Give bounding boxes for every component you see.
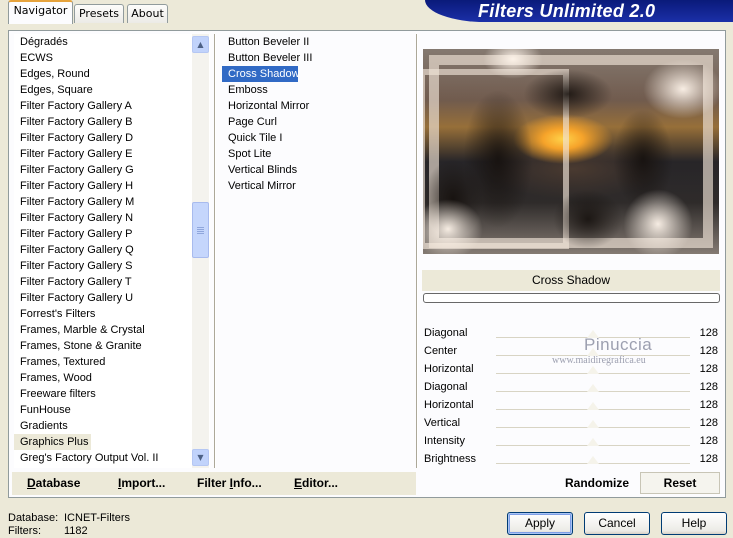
watermark-name: Pinuccia <box>584 335 653 354</box>
category-scrollbar[interactable]: ▲ ▼ <box>192 34 209 468</box>
category-item[interactable]: Filter Factory Gallery S <box>14 258 210 274</box>
randomize-button[interactable]: Randomize <box>565 475 629 491</box>
parameter-label: Diagonal <box>424 381 468 393</box>
scroll-up-button[interactable]: ▲ <box>192 36 209 53</box>
filter-item[interactable]: Button Beveler II <box>222 34 412 50</box>
apply-button[interactable]: Apply <box>507 512 573 535</box>
category-item[interactable]: Filter Factory Gallery D <box>14 130 210 146</box>
category-item[interactable]: Filter Factory Gallery U <box>14 290 210 306</box>
category-item[interactable]: Gradients <box>14 418 210 434</box>
app-title: Filters Unlimited 2.0 <box>478 1 656 21</box>
filter-item[interactable]: Quick Tile I <box>222 130 412 146</box>
parameter-label: Diagonal <box>424 327 468 339</box>
category-item[interactable]: Filter Factory Gallery B <box>14 114 210 130</box>
category-item[interactable]: Frames, Wood <box>14 370 210 386</box>
parameter-value: 128 <box>699 417 718 429</box>
filter-item[interactable]: Spot Lite <box>222 146 412 162</box>
pane-divider <box>416 34 418 468</box>
category-item[interactable]: Filter Factory Gallery A <box>14 98 210 114</box>
preview-image <box>423 49 719 254</box>
filters-count: 1182 <box>64 525 88 537</box>
parameter-value: 128 <box>699 345 718 357</box>
filter-item[interactable]: Button Beveler III <box>222 50 412 66</box>
progress-bar <box>423 293 720 303</box>
slider-thumb[interactable] <box>587 420 600 428</box>
filters-label: Filters: <box>8 525 41 537</box>
slider-thumb[interactable] <box>587 384 600 392</box>
filter-item[interactable]: Emboss <box>222 82 412 98</box>
reset-button[interactable]: Reset <box>640 472 720 494</box>
category-item[interactable]: Filter Factory Gallery Q <box>14 242 210 258</box>
help-button[interactable]: Help <box>661 512 727 535</box>
parameter-value: 128 <box>699 363 718 375</box>
category-item[interactable]: Filter Factory Gallery N <box>14 210 210 226</box>
parameter-value: 128 <box>699 381 718 393</box>
category-item[interactable]: Graphics Plus <box>14 434 91 450</box>
tab-navigator[interactable]: Navigator <box>8 0 73 24</box>
parameter-sliders: Diagonal 128 Center 128 Horizontal 128 Diagona… <box>422 324 720 468</box>
parameter-slider[interactable]: Horizontal 128 <box>422 396 720 414</box>
category-item[interactable]: FunHouse <box>14 402 210 418</box>
filter-item[interactable]: Horizontal Mirror <box>222 98 412 114</box>
filter-item[interactable]: Vertical Blinds <box>222 162 412 178</box>
scroll-down-button[interactable]: ▼ <box>192 449 209 466</box>
filter-info-button[interactable]: Filter Info... <box>197 475 262 491</box>
database-value: ICNET-Filters <box>64 512 130 524</box>
parameter-slider[interactable]: Diagonal 128 <box>422 324 720 342</box>
import-button[interactable]: Import... <box>118 475 165 491</box>
slider-thumb[interactable] <box>587 438 600 446</box>
parameter-slider[interactable]: Brightness 128 <box>422 450 720 468</box>
parameter-slider[interactable]: Diagonal 128 <box>422 378 720 396</box>
filter-item[interactable]: Cross Shadow <box>222 66 300 82</box>
category-item[interactable]: Dégradés <box>14 34 210 50</box>
parameter-value: 128 <box>699 435 718 447</box>
tab-presets[interactable]: Presets <box>74 4 124 23</box>
tab-about[interactable]: About <box>127 4 168 23</box>
category-item[interactable]: Filter Factory Gallery H <box>14 178 210 194</box>
parameter-label: Intensity <box>424 435 465 447</box>
filter-item[interactable]: Vertical Mirror <box>222 178 412 194</box>
database-button[interactable]: Database <box>27 475 80 491</box>
parameter-value: 128 <box>699 453 718 465</box>
parameter-label: Horizontal <box>424 399 474 411</box>
category-item[interactable]: ECWS <box>14 50 210 66</box>
category-item[interactable]: Edges, Square <box>14 82 210 98</box>
parameter-value: 128 <box>699 327 718 339</box>
parameter-value: 128 <box>699 399 718 411</box>
selected-filter-name: Cross Shadow <box>422 270 720 291</box>
category-item[interactable]: Freeware filters <box>14 386 210 402</box>
slider-thumb[interactable] <box>587 456 600 464</box>
category-item[interactable]: Filter Factory Gallery M <box>14 194 210 210</box>
category-item[interactable]: Frames, Stone & Granite <box>14 338 210 354</box>
filter-item[interactable]: Page Curl <box>222 114 412 130</box>
category-item[interactable]: Filter Factory Gallery E <box>14 146 210 162</box>
slider-thumb[interactable] <box>587 366 600 374</box>
slider-thumb[interactable] <box>587 402 600 410</box>
editor-button[interactable]: Editor... <box>294 475 338 491</box>
scroll-thumb[interactable] <box>192 202 209 258</box>
parameter-slider[interactable]: Intensity 128 <box>422 432 720 450</box>
filter-list[interactable]: Button Beveler II Button Beveler III Cross… <box>222 34 412 234</box>
category-item[interactable]: Filter Factory Gallery P <box>14 226 210 242</box>
category-item[interactable]: Frames, Textured <box>14 354 210 370</box>
category-item[interactable]: Filter Factory Gallery G <box>14 162 210 178</box>
watermark-url: www.maidiregrafica.eu <box>552 355 646 366</box>
pane-divider <box>214 34 216 468</box>
category-item[interactable]: Forrest's Filters <box>14 306 210 322</box>
parameter-label: Vertical <box>424 417 461 429</box>
category-item[interactable]: Frames, Marble & Crystal <box>14 322 210 338</box>
cancel-button[interactable]: Cancel <box>584 512 650 535</box>
parameter-slider[interactable]: Vertical 128 <box>422 414 720 432</box>
database-label: Database: <box>8 512 59 524</box>
category-item[interactable]: Filter Factory Gallery T <box>14 274 210 290</box>
category-list[interactable]: Dégradés ECWS Edges, Round Edges, Square Fil… <box>14 34 210 468</box>
parameter-label: Horizontal <box>424 363 474 375</box>
database-info: Database: ICNET-Filters Filters: 1182 <box>8 512 130 538</box>
category-item[interactable]: Edges, Round <box>14 66 210 82</box>
parameter-label: Center <box>424 345 458 357</box>
parameter-label: Brightness <box>424 453 476 465</box>
category-item[interactable]: Greg's Factory Output Vol. II <box>14 450 210 466</box>
